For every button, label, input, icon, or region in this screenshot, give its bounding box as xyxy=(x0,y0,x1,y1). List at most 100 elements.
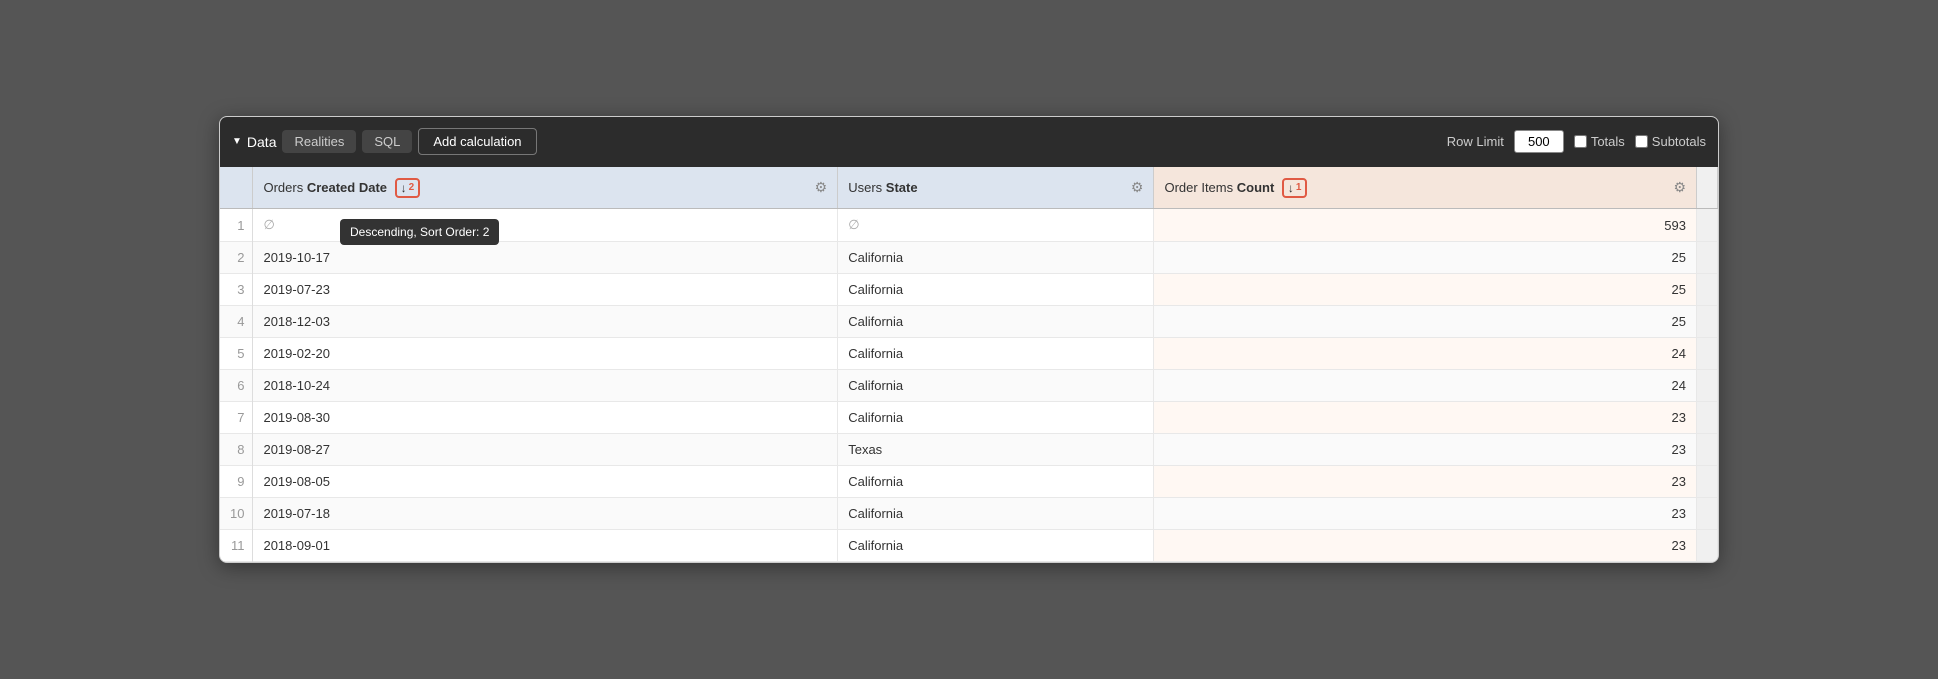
table-row: 11 2018-09-01 California 23 xyxy=(220,530,1718,562)
col-title-users-state: Users State xyxy=(848,180,917,195)
state-cell: California xyxy=(838,466,1154,498)
state-cell: California xyxy=(838,306,1154,338)
totals-label: Totals xyxy=(1591,134,1625,149)
sort-badge-order-items-count[interactable]: ↓ 1 xyxy=(1282,178,1308,198)
table-header-row: Orders Created Date ↓ 2 ⚙ xyxy=(220,167,1718,209)
row-num-cell: 7 xyxy=(220,402,253,434)
state-cell: California xyxy=(838,370,1154,402)
table-row: 3 2019-07-23 California 25 xyxy=(220,274,1718,306)
scrollbar-cell xyxy=(1697,242,1718,274)
sort-down-icon: ↓ xyxy=(401,181,407,195)
row-limit-input[interactable] xyxy=(1514,130,1564,153)
count-cell: 23 xyxy=(1154,402,1697,434)
subtotals-label: Subtotals xyxy=(1652,134,1706,149)
gear-icon-users-state[interactable]: ⚙ xyxy=(1131,179,1144,196)
date-cell: 2019-08-05 xyxy=(253,466,838,498)
row-num-cell: 1 xyxy=(220,209,253,242)
col-title-orders-created-date: Orders Created Date ↓ 2 xyxy=(263,178,420,198)
sort-num-order-items-count: 1 xyxy=(1296,182,1302,193)
state-cell: California xyxy=(838,498,1154,530)
count-cell: 593 xyxy=(1154,209,1697,242)
date-cell: 2018-09-01 xyxy=(253,530,838,562)
col-header-users-state: Users State ⚙ xyxy=(838,167,1154,209)
date-cell: 2019-02-20 xyxy=(253,338,838,370)
row-num-cell: 3 xyxy=(220,274,253,306)
date-cell: 2018-10-24 xyxy=(253,370,838,402)
state-cell: California xyxy=(838,242,1154,274)
count-cell: 24 xyxy=(1154,338,1697,370)
data-toggle[interactable]: ▼ Data xyxy=(232,134,276,150)
toolbar-left: ▼ Data Realities SQL Add calculation xyxy=(232,128,1439,155)
scrollbar-cell xyxy=(1697,530,1718,562)
totals-checkbox[interactable] xyxy=(1574,135,1587,148)
scrollbar-cell xyxy=(1697,338,1718,370)
table-row: 5 2019-02-20 California 24 xyxy=(220,338,1718,370)
table-row: 10 2019-07-18 California 23 xyxy=(220,498,1718,530)
row-num-cell: 5 xyxy=(220,338,253,370)
scrollbar-header xyxy=(1697,167,1718,209)
main-window: ▼ Data Realities SQL Add calculation Row… xyxy=(219,116,1719,564)
row-limit-label: Row Limit xyxy=(1447,134,1504,149)
data-label: Data xyxy=(247,134,277,150)
state-cell: California xyxy=(838,402,1154,434)
triangle-icon: ▼ xyxy=(232,136,242,147)
table-row: 7 2019-08-30 California 23 xyxy=(220,402,1718,434)
state-cell: ∅ xyxy=(838,209,1154,242)
scrollbar-cell xyxy=(1697,466,1718,498)
state-cell: Texas xyxy=(838,434,1154,466)
totals-checkbox-label[interactable]: Totals xyxy=(1574,134,1625,149)
data-table: Orders Created Date ↓ 2 ⚙ xyxy=(220,167,1718,563)
sort-badge-orders-created-date[interactable]: ↓ 2 xyxy=(395,178,421,198)
date-cell: 2019-07-18 xyxy=(253,498,838,530)
state-cell: California xyxy=(838,338,1154,370)
date-cell: 2019-07-23 xyxy=(253,274,838,306)
realities-tab[interactable]: Realities xyxy=(282,130,356,153)
col-header-order-items-count: Order Items Count ↓ 1 ⚙ xyxy=(1154,167,1697,209)
count-cell: 25 xyxy=(1154,274,1697,306)
count-cell: 23 xyxy=(1154,498,1697,530)
row-num-cell: 6 xyxy=(220,370,253,402)
sql-tab[interactable]: SQL xyxy=(362,130,412,153)
row-num-header xyxy=(220,167,253,209)
table-container: Descending, Sort Order: 2 Orders Created… xyxy=(220,167,1718,563)
table-body: 1 ∅ ∅ 593 2 2019-10-17 California 25 3 2… xyxy=(220,209,1718,562)
row-num-cell: 10 xyxy=(220,498,253,530)
count-cell: 24 xyxy=(1154,370,1697,402)
count-cell: 25 xyxy=(1154,242,1697,274)
date-cell: 2019-08-30 xyxy=(253,402,838,434)
table-row: 1 ∅ ∅ 593 xyxy=(220,209,1718,242)
table-row: 8 2019-08-27 Texas 23 xyxy=(220,434,1718,466)
scrollbar-cell xyxy=(1697,370,1718,402)
date-cell: ∅ xyxy=(253,209,838,242)
scrollbar-cell xyxy=(1697,209,1718,242)
state-cell: California xyxy=(838,274,1154,306)
row-num-cell: 11 xyxy=(220,530,253,562)
scrollbar-cell xyxy=(1697,434,1718,466)
date-cell: 2019-08-27 xyxy=(253,434,838,466)
state-cell: California xyxy=(838,530,1154,562)
subtotals-checkbox-label[interactable]: Subtotals xyxy=(1635,134,1706,149)
toolbar-right: Row Limit Totals Subtotals xyxy=(1447,130,1706,153)
sort-num-orders-created-date: 2 xyxy=(409,182,415,193)
scrollbar-cell xyxy=(1697,306,1718,338)
row-num-cell: 9 xyxy=(220,466,253,498)
subtotals-checkbox[interactable] xyxy=(1635,135,1648,148)
count-cell: 23 xyxy=(1154,434,1697,466)
toolbar: ▼ Data Realities SQL Add calculation Row… xyxy=(220,117,1718,167)
table-row: 9 2019-08-05 California 23 xyxy=(220,466,1718,498)
sort-down-icon-count: ↓ xyxy=(1288,181,1294,195)
col-title-order-items-count: Order Items Count ↓ 1 xyxy=(1164,178,1307,198)
gear-icon-orders-created-date[interactable]: ⚙ xyxy=(815,179,828,196)
count-cell: 23 xyxy=(1154,530,1697,562)
scrollbar-cell xyxy=(1697,402,1718,434)
table-row: 4 2018-12-03 California 25 xyxy=(220,306,1718,338)
date-cell: 2018-12-03 xyxy=(253,306,838,338)
scrollbar-cell xyxy=(1697,498,1718,530)
count-cell: 23 xyxy=(1154,466,1697,498)
scrollbar-cell xyxy=(1697,274,1718,306)
table-row: 6 2018-10-24 California 24 xyxy=(220,370,1718,402)
add-calculation-button[interactable]: Add calculation xyxy=(418,128,536,155)
date-cell: 2019-10-17 xyxy=(253,242,838,274)
row-num-cell: 8 xyxy=(220,434,253,466)
gear-icon-order-items-count[interactable]: ⚙ xyxy=(1673,179,1686,196)
